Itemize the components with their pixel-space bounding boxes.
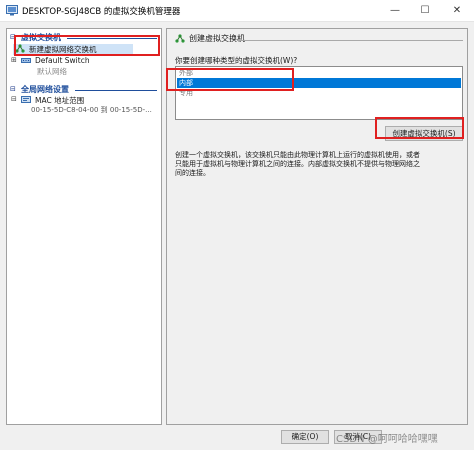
switch-type-description: 创建一个虚拟交换机，该交换机只能由此物理计算机上运行的虚拟机使用，或者 只能用于… — [175, 151, 465, 178]
mac-range-value: 00-15-5D-C8-04-00 到 00-15-5D-... — [31, 106, 152, 114]
section-divider — [75, 90, 157, 91]
tree-item-label: Default Switch — [35, 56, 90, 65]
watermark: CSDN @呵呵哈哈嘿嘿 — [336, 434, 438, 445]
description-line: 只能用于虚拟机与物理计算机之间的连接。内部虚拟交换机不提供与物理网络之 — [175, 160, 420, 168]
close-button[interactable]: ✕ — [440, 0, 474, 22]
details-header-label: 创建虚拟交换机 — [189, 34, 245, 43]
tree-item-sublabel: 默认网络 — [37, 67, 67, 76]
description-line: 间的连接。 — [175, 169, 210, 177]
navigation-tree: ⊟ 虚拟交换机 新建虚拟网络交换机 ⊞ Default Switch 默认网络 … — [6, 28, 162, 425]
details-header: 创建虚拟交换机 — [175, 33, 463, 45]
title-bar: DESKTOP-SGJ48CB 的虚拟交换机管理器 — ☐ ✕ — [0, 0, 474, 22]
maximize-button[interactable]: ☐ — [408, 0, 442, 22]
minimize-button[interactable]: — — [378, 0, 412, 22]
tree-item-default-switch[interactable]: ⊞ Default Switch — [11, 56, 131, 67]
hyper-v-app-icon — [6, 5, 18, 16]
collapse-icon[interactable]: ⊟ — [10, 85, 16, 93]
window-title: DESKTOP-SGJ48CB 的虚拟交换机管理器 — [22, 7, 181, 17]
section-global-network-settings[interactable]: ⊟ 全局网络设置 — [7, 84, 161, 95]
header-divider — [237, 40, 463, 41]
ok-button[interactable]: 确定(O) — [281, 430, 329, 444]
network-switch-icon — [21, 58, 31, 63]
annotation-box-switch-type — [166, 68, 294, 91]
network-adapter-icon — [21, 96, 31, 103]
annotation-box-new-switch — [14, 35, 160, 56]
section-global-network-settings-label: 全局网络设置 — [21, 85, 69, 94]
switch-type-prompt: 你要创建哪种类型的虚拟交换机(W)? — [175, 56, 298, 65]
network-switch-icon — [175, 34, 185, 43]
expand-icon[interactable]: ⊞ — [11, 56, 17, 64]
description-line: 创建一个虚拟交换机，该交换机只能由此物理计算机上运行的虚拟机使用，或者 — [175, 151, 420, 159]
annotation-box-create-button — [375, 117, 464, 139]
collapse-icon[interactable]: ⊟ — [11, 95, 17, 103]
